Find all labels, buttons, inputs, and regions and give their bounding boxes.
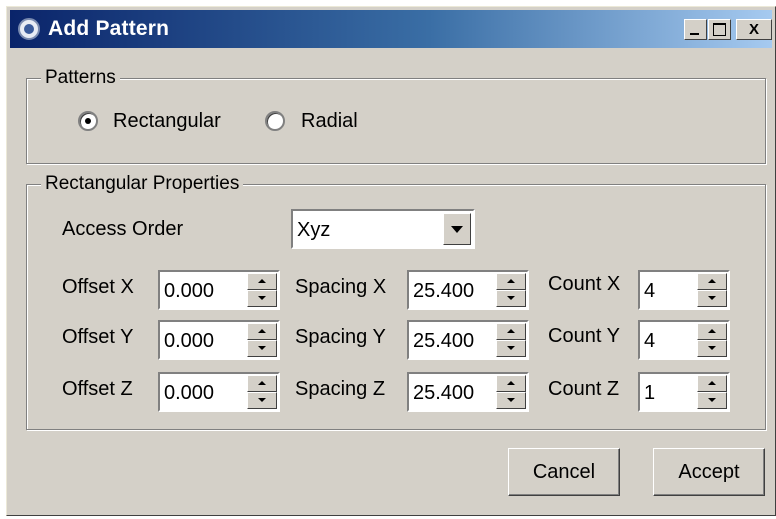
accept-button[interactable]: Accept xyxy=(653,448,765,496)
minimize-icon[interactable] xyxy=(684,19,707,40)
count-x-label: Count X xyxy=(548,273,621,295)
offset-z-spinner[interactable]: 0.000 xyxy=(158,372,280,412)
spacing-x-value[interactable]: 25.400 xyxy=(413,280,474,303)
offset-x-value[interactable]: 0.000 xyxy=(164,280,214,303)
spin-down-icon[interactable] xyxy=(496,340,526,357)
close-icon[interactable]: X xyxy=(736,19,772,40)
spacing-x-label: Spacing X xyxy=(295,276,387,298)
spin-down-icon[interactable] xyxy=(496,392,526,409)
maximize-icon[interactable] xyxy=(708,19,731,40)
spacing-z-value[interactable]: 25.400 xyxy=(413,382,474,405)
spin-up-icon[interactable] xyxy=(247,375,277,392)
count-x-value[interactable]: 4 xyxy=(644,280,655,303)
app-icon xyxy=(18,18,40,40)
spin-up-icon[interactable] xyxy=(496,375,526,392)
access-order-label: Access Order xyxy=(62,218,184,240)
count-z-spinner[interactable]: 1 xyxy=(638,372,730,412)
spin-down-icon[interactable] xyxy=(247,340,277,357)
access-order-select[interactable]: Xyz xyxy=(291,209,475,249)
spin-down-icon[interactable] xyxy=(496,290,526,307)
offset-y-value[interactable]: 0.000 xyxy=(164,330,214,353)
radio-radial-label[interactable]: Radial xyxy=(301,110,358,133)
spin-down-icon[interactable] xyxy=(697,340,727,357)
cancel-button[interactable]: Cancel xyxy=(508,448,620,496)
radio-rectangular-label[interactable]: Rectangular xyxy=(113,110,221,133)
spacing-z-spinner[interactable]: 25.400 xyxy=(407,372,529,412)
count-y-label: Count Y xyxy=(548,325,620,347)
count-z-value[interactable]: 1 xyxy=(644,382,655,405)
spacing-z-label: Spacing Z xyxy=(295,378,386,400)
count-y-spinner[interactable]: 4 xyxy=(638,320,730,360)
spin-up-icon[interactable] xyxy=(697,273,727,290)
spacing-y-spinner[interactable]: 25.400 xyxy=(407,320,529,360)
spin-up-icon[interactable] xyxy=(247,323,277,340)
spin-up-icon[interactable] xyxy=(247,273,277,290)
spacing-x-spinner[interactable]: 25.400 xyxy=(407,270,529,310)
offset-x-label: Offset X xyxy=(62,276,134,298)
count-z-label: Count Z xyxy=(548,378,620,400)
count-x-spinner[interactable]: 4 xyxy=(638,270,730,310)
chevron-down-icon[interactable] xyxy=(443,213,471,245)
spin-up-icon[interactable] xyxy=(496,273,526,290)
offset-y-label: Offset Y xyxy=(62,326,134,348)
spin-down-icon[interactable] xyxy=(247,392,277,409)
spacing-y-label: Spacing Y xyxy=(295,326,386,348)
title-bar[interactable]: Add Pattern X xyxy=(10,10,772,48)
offset-z-value[interactable]: 0.000 xyxy=(164,382,214,405)
radio-radial[interactable] xyxy=(265,111,285,131)
offset-y-spinner[interactable]: 0.000 xyxy=(158,320,280,360)
spin-up-icon[interactable] xyxy=(697,323,727,340)
offset-x-spinner[interactable]: 0.000 xyxy=(158,270,280,310)
spin-up-icon[interactable] xyxy=(496,323,526,340)
patterns-group-label: Patterns xyxy=(41,67,120,89)
radio-rectangular[interactable] xyxy=(78,111,98,131)
window-title: Add Pattern xyxy=(48,17,170,40)
spin-down-icon[interactable] xyxy=(697,392,727,409)
count-y-value[interactable]: 4 xyxy=(644,330,655,353)
offset-z-label: Offset Z xyxy=(62,378,133,400)
spin-down-icon[interactable] xyxy=(697,290,727,307)
spin-up-icon[interactable] xyxy=(697,375,727,392)
access-order-value: Xyz xyxy=(297,219,331,241)
spin-down-icon[interactable] xyxy=(247,290,277,307)
spacing-y-value[interactable]: 25.400 xyxy=(413,330,474,353)
rectangular-properties-label: Rectangular Properties xyxy=(41,173,244,195)
